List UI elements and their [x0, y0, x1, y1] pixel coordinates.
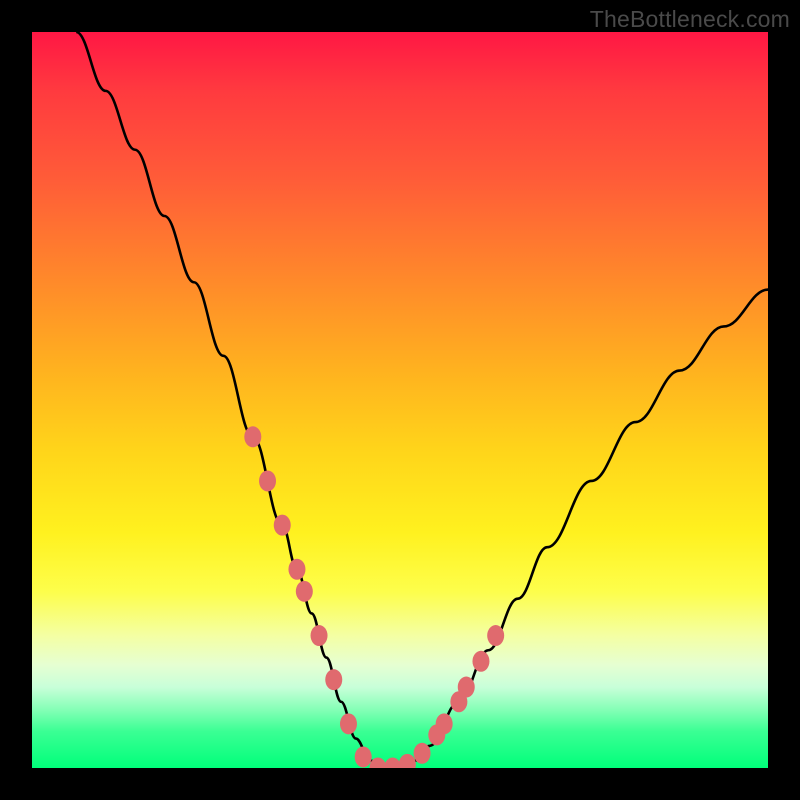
- sample-marker: [472, 651, 489, 672]
- plot-area: [32, 32, 768, 768]
- sample-marker: [340, 713, 357, 734]
- sample-marker: [355, 746, 372, 767]
- sample-marker: [414, 743, 431, 764]
- chart-frame: TheBottleneck.com: [0, 0, 800, 800]
- watermark-text: TheBottleneck.com: [590, 6, 790, 33]
- sample-marker: [311, 625, 328, 646]
- sample-markers-group: [244, 426, 504, 768]
- bottleneck-curve-line: [76, 32, 768, 768]
- sample-marker: [369, 758, 386, 769]
- chart-svg: [32, 32, 768, 768]
- sample-marker: [436, 713, 453, 734]
- sample-marker: [487, 625, 504, 646]
- sample-marker: [384, 758, 401, 769]
- sample-marker: [244, 426, 261, 447]
- sample-marker: [288, 559, 305, 580]
- sample-marker: [296, 581, 313, 602]
- sample-marker: [325, 669, 342, 690]
- sample-marker: [399, 754, 416, 768]
- sample-marker: [259, 470, 276, 491]
- sample-marker: [274, 515, 291, 536]
- sample-marker: [458, 677, 475, 698]
